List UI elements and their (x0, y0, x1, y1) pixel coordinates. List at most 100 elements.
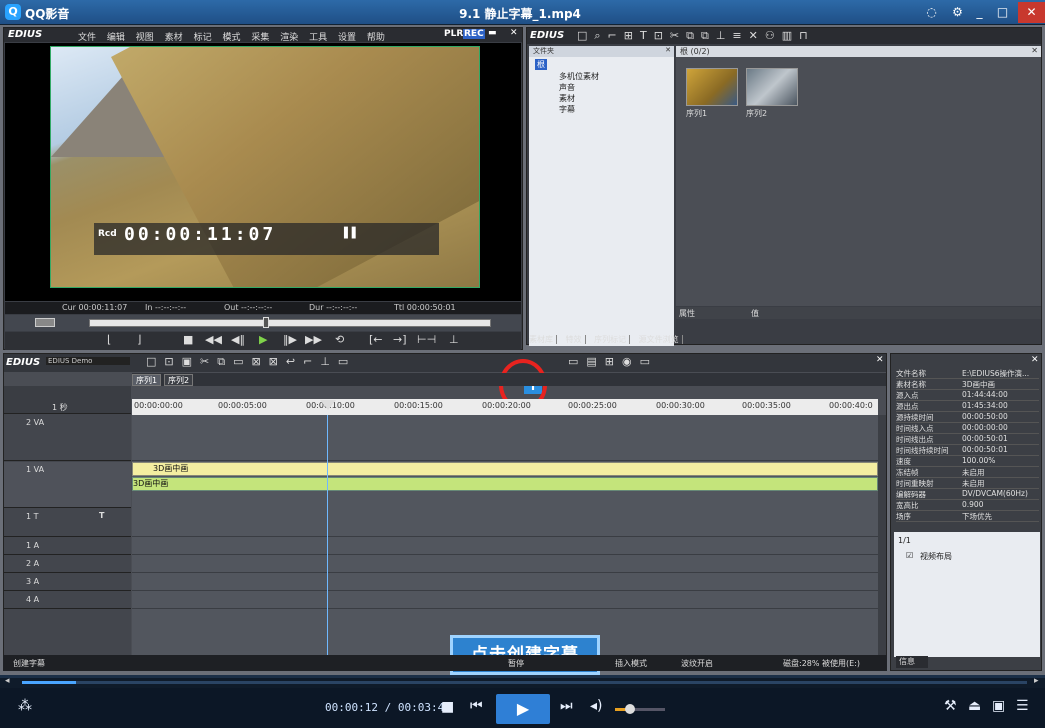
progress-forward-icon[interactable]: ▸ (1034, 676, 1039, 686)
timeline-clip-video[interactable]: 3D画中画 (132, 462, 878, 476)
folder-tree-title: 文件夹 (533, 47, 554, 55)
plr-mode-button[interactable]: PLR (444, 29, 463, 39)
close-button[interactable]: ✕ (1018, 2, 1045, 23)
menu-tools[interactable]: 工具 (309, 33, 327, 43)
seek-slider[interactable] (89, 317, 491, 328)
menu-mode[interactable]: 模式 (222, 33, 240, 43)
close-timeline-icon[interactable]: ✕ (876, 355, 884, 365)
playlist-icon[interactable]: ☰ (1016, 698, 1029, 714)
tree-item-titles[interactable]: 字幕 (559, 104, 575, 115)
layout-item[interactable]: 视频布局 (920, 551, 952, 562)
track-2a[interactable]: 2 A (4, 556, 131, 573)
playhead-line[interactable] (327, 415, 328, 657)
menu-marker[interactable]: 标记 (194, 33, 212, 43)
stop-icon[interactable]: ■ (441, 699, 454, 715)
track-label: 2 VA (26, 418, 45, 427)
next-frame-icon[interactable]: ‖▶ (283, 333, 297, 346)
play-icon[interactable]: ▶ (259, 333, 267, 346)
tab-source-browser[interactable]: 源文件浏览 (638, 335, 683, 344)
track-1t[interactable]: 1 T T (4, 509, 131, 537)
menu-view[interactable]: 视图 (136, 33, 154, 43)
timeline-tool-icons[interactable]: □⊡▣✂⧉▭⊠⊠↩⌐⊥▭ (146, 355, 356, 369)
tab-seq1[interactable]: 序列1 (132, 374, 162, 386)
close-panel-icon[interactable]: ✕ (510, 28, 518, 38)
set-in-icon[interactable]: ⌊ (107, 333, 111, 346)
next-icon[interactable]: ⏭ (560, 698, 573, 714)
tab-seq2[interactable]: 序列2 (164, 374, 194, 386)
menu-render[interactable]: 渲染 (280, 33, 298, 43)
seek-slider-knob[interactable] (263, 317, 269, 328)
tab-info[interactable]: 信息 (896, 656, 928, 668)
tree-item-multicam[interactable]: 多机位素材 (559, 71, 599, 82)
menu-clip[interactable]: 素材 (165, 33, 183, 43)
track-1a[interactable]: 1 A (4, 538, 131, 555)
timeline-tool-icons-right[interactable]: ▭▤⊞◉▭ (568, 355, 658, 368)
rec-mode-button[interactable]: REC (463, 29, 485, 39)
stop-icon[interactable]: ■ (183, 333, 193, 346)
close-info-icon[interactable]: ✕ (1031, 355, 1039, 365)
close-tree-icon[interactable]: ✕ (665, 46, 671, 54)
lane-2va (132, 415, 878, 461)
tab-effects[interactable]: 特效 (565, 335, 586, 344)
track-4a[interactable]: 4 A (4, 592, 131, 609)
insert-icon[interactable]: [← (369, 333, 383, 346)
replace-icon[interactable]: ⊢⊣ (417, 333, 436, 346)
menu-capture[interactable]: 采集 (251, 33, 269, 43)
zoom-value[interactable]: 1 秒 (52, 402, 68, 413)
eject-icon[interactable]: ⏏ (968, 698, 981, 714)
track-label: 3 A (26, 577, 40, 586)
track-1va[interactable]: 1 VA (4, 462, 131, 508)
set-out-icon[interactable]: ⌋ (137, 333, 141, 346)
timeline-clip-audio[interactable]: 3D画中画 (132, 477, 878, 491)
footprint-icon[interactable]: ⁂ (18, 698, 32, 714)
menu-file[interactable]: 文件 (78, 33, 96, 43)
progress-back-icon[interactable]: ◂ (5, 676, 10, 686)
in-timecode: In --:--:--:-- (145, 303, 187, 312)
play-button[interactable]: ▶ (496, 694, 550, 724)
minimize-panel-icon[interactable]: ▬ (488, 28, 497, 38)
minimize-button[interactable]: _ (968, 2, 991, 23)
tab-bin[interactable]: 素材库 (529, 335, 557, 344)
maximize-button[interactable]: □ (991, 2, 1014, 23)
menu-settings[interactable]: 设置 (338, 33, 356, 43)
track-2va[interactable]: 2 VA (4, 415, 131, 461)
track-3a[interactable]: 3 A (4, 574, 131, 591)
clip-thumbnail-seq1[interactable] (686, 68, 738, 106)
tree-item-clips[interactable]: 素材 (559, 93, 575, 104)
previous-icon[interactable]: ⏮ (470, 698, 483, 714)
toolbox-icon[interactable]: ⚒ (944, 698, 957, 714)
overwrite-icon[interactable]: →] (393, 333, 407, 346)
chat-icon[interactable]: ◌ (920, 2, 943, 23)
skin-icon[interactable]: ▣ (992, 698, 1005, 714)
clip-thumbnail-seq2[interactable] (746, 68, 798, 106)
bin-tool-icons[interactable]: □⌕⌐⊞T⊡✂⧉⧉⊥≡✕⚇▥⊓ (577, 29, 815, 43)
progress-track[interactable] (22, 681, 1027, 684)
status-ripple[interactable]: 波纹开启 (681, 658, 713, 669)
status-insert-mode[interactable]: 插入模式 (615, 658, 647, 669)
settings-icon[interactable]: ⚙ (946, 2, 969, 23)
loop-icon[interactable]: ⟲ (335, 333, 344, 346)
shuttle-handle[interactable] (35, 318, 55, 327)
timeline-ruler[interactable]: 00:00:00:00 00:00:05:00 00:00:10:00 00:0… (132, 399, 878, 415)
pause-indicator-icon: ▌▌ (344, 228, 360, 239)
layout-checkbox[interactable]: ☑ (906, 551, 913, 560)
menu-edit[interactable]: 编辑 (107, 33, 125, 43)
rewind-icon[interactable]: ◀◀ (205, 333, 222, 346)
close-bin-icon[interactable]: ✕ (1031, 46, 1038, 55)
cur-timecode: Cur 00:00:11:07 (62, 303, 128, 312)
tree-root[interactable]: 根 (535, 59, 547, 70)
fast-forward-icon[interactable]: ▶▶ (305, 333, 322, 346)
timeline-tracks[interactable]: 3D画中画 3D画中画 (132, 400, 878, 657)
playhead-marker[interactable] (320, 400, 336, 410)
timeline-vertical-scrollbar[interactable] (878, 415, 886, 657)
player-progress[interactable]: ◂ ▸ (0, 676, 1045, 688)
qq-player-logo-icon: Q (5, 4, 21, 20)
volume-icon[interactable]: ◂) (590, 698, 603, 714)
prev-frame-icon[interactable]: ◀‖ (231, 333, 245, 346)
tab-seq-markers[interactable]: 序列标记 (594, 335, 631, 344)
tree-item-sound[interactable]: 声音 (559, 82, 575, 93)
menu-help[interactable]: 帮助 (367, 33, 385, 43)
more-options-icon[interactable]: ⊥ (449, 333, 459, 346)
volume-knob[interactable] (625, 704, 635, 714)
info-row: 场序 下场优先 (896, 511, 1039, 522)
